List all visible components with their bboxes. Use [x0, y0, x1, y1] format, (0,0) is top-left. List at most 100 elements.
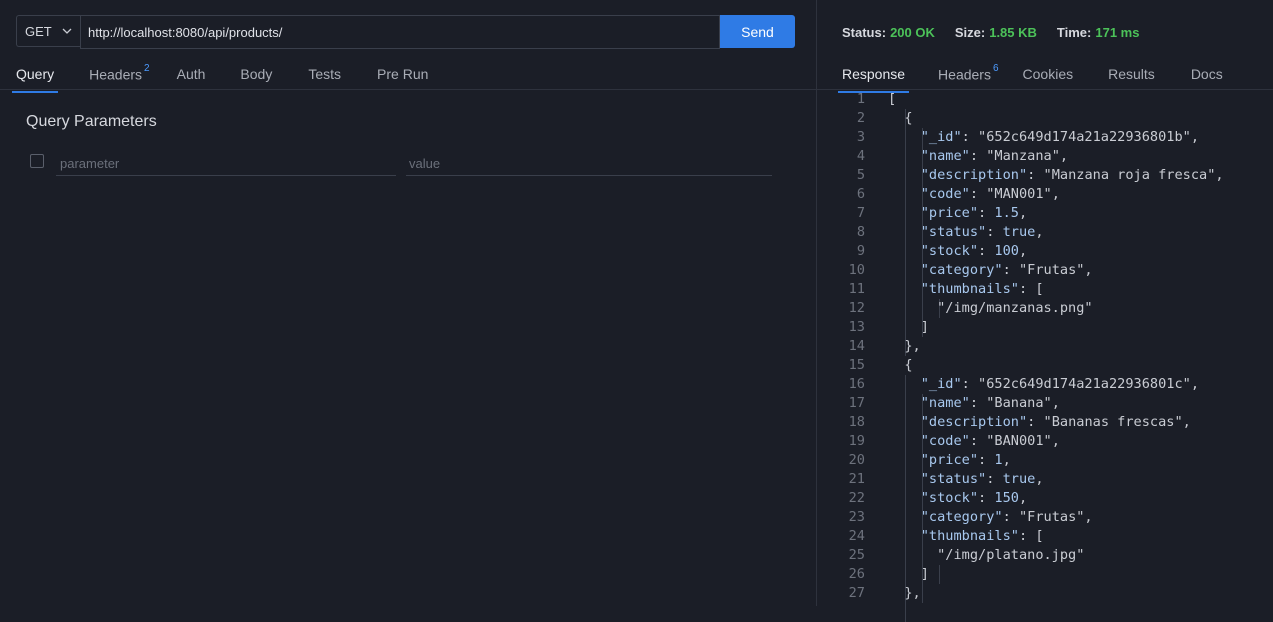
code-line: 2 {: [817, 109, 1273, 128]
line-number: 5: [856, 167, 865, 183]
code-line: 5 "description": "Manzana roja fresca",: [817, 166, 1273, 185]
tab-query[interactable]: Query: [11, 66, 59, 93]
status-indicator: Status: 200 OK: [842, 25, 935, 40]
line-number: 2: [856, 110, 865, 126]
code-line: 17 "name": "Banana",: [817, 394, 1273, 413]
url-value: http://localhost:8080/api/products/: [88, 24, 283, 40]
code-line: 13 ]: [817, 318, 1273, 337]
code-text: "code": "BAN001",: [920, 433, 1060, 449]
line-number: 14: [848, 338, 865, 354]
code-line: 12 "/img/manzanas.png": [817, 299, 1273, 318]
url-input[interactable]: http://localhost:8080/api/products/: [80, 15, 720, 49]
method-select[interactable]: GET: [16, 15, 80, 47]
code-text: {: [888, 110, 913, 126]
code-line: 24 "thumbnails": [: [817, 527, 1273, 546]
line-number: 27: [848, 585, 865, 601]
line-number: 18: [848, 414, 865, 430]
code-text: "name": "Manzana",: [920, 148, 1069, 164]
line-number: 10: [848, 262, 865, 278]
code-text: "_id": "652c649d174a21a22936801c",: [920, 376, 1200, 392]
chevron-down-icon: [62, 28, 72, 34]
line-number: 6: [856, 186, 865, 202]
line-number: 25: [848, 547, 865, 563]
line-number: 8: [856, 224, 865, 240]
tab-response-headers[interactable]: Headers 6: [938, 63, 999, 89]
code-text: "code": "MAN001",: [920, 186, 1060, 202]
code-line: 8 "status": true,: [817, 223, 1273, 242]
param-checkbox[interactable]: [30, 154, 44, 168]
code-text: "_id": "652c649d174a21a22936801b",: [920, 129, 1200, 145]
tab-pre-run[interactable]: Pre Run: [377, 66, 428, 89]
size-indicator: Size: 1.85 KB: [954, 25, 1037, 40]
code-line: 1[: [817, 90, 1273, 109]
line-number: 9: [856, 243, 865, 259]
code-line: 23 "category": "Frutas",: [817, 508, 1273, 527]
line-number: 7: [856, 205, 865, 221]
tab-headers[interactable]: Headers 2: [89, 63, 149, 89]
code-line: 25 "/img/platano.jpg": [817, 546, 1273, 565]
request-panel: GET http://localhost:8080/api/products/ …: [0, 0, 816, 606]
code-text: },: [888, 585, 921, 601]
tab-cookies[interactable]: Cookies: [1023, 66, 1074, 89]
code-line: 9 "stock": 100,: [817, 242, 1273, 261]
code-line: 6 "code": "MAN001",: [817, 185, 1273, 204]
code-line: 20 "price": 1,: [817, 451, 1273, 470]
code-line: 15 {: [817, 356, 1273, 375]
code-text: "description": "Bananas frescas",: [920, 414, 1191, 430]
code-line: 4 "name": "Manzana",: [817, 147, 1273, 166]
line-number: 26: [848, 566, 865, 582]
line-number: 13: [848, 319, 865, 335]
code-line: 7 "price": 1.5,: [817, 204, 1273, 223]
parameter-input[interactable]: parameter: [56, 152, 396, 176]
response-status-bar: Status: 200 OK Size: 1.85 KB Time: 171 ms: [842, 25, 1159, 40]
line-number: 24: [848, 528, 865, 544]
code-text: ]: [888, 319, 929, 335]
response-headers-count-badge: 6: [992, 63, 999, 74]
code-line: 14 },: [817, 337, 1273, 356]
value-input[interactable]: value: [406, 152, 772, 176]
line-number: 22: [848, 490, 865, 506]
response-tabs: Response Headers 6 Cookies Results Docs: [837, 63, 1223, 93]
time-indicator: Time: 171 ms: [1056, 25, 1140, 40]
code-text: "category": "Frutas",: [920, 509, 1093, 525]
code-line: 10 "category": "Frutas",: [817, 261, 1273, 280]
line-number: 3: [856, 129, 865, 145]
response-body[interactable]: 1[2 {3 "_id": "652c649d174a21a22936801b"…: [817, 90, 1273, 622]
tab-docs[interactable]: Docs: [1191, 66, 1223, 89]
line-number: 11: [848, 281, 865, 297]
code-line: 18 "description": "Bananas frescas",: [817, 413, 1273, 432]
tab-tests[interactable]: Tests: [308, 66, 341, 89]
code-text: "thumbnails": [: [920, 528, 1044, 544]
code-text: "stock": 150,: [920, 490, 1028, 506]
code-line: 26 ]: [817, 565, 1273, 584]
line-number: 20: [848, 452, 865, 468]
code-text: "/img/manzanas.png": [888, 300, 1093, 316]
code-text: "thumbnails": [: [920, 281, 1044, 297]
line-number: 12: [848, 300, 865, 316]
query-parameters-title: Query Parameters: [26, 113, 157, 130]
tab-divider: [0, 89, 816, 90]
code-text: "description": "Manzana roja fresca",: [920, 167, 1224, 183]
code-text: "status": true,: [920, 224, 1044, 240]
code-line: 16 "_id": "652c649d174a21a22936801c",: [817, 375, 1273, 394]
tab-auth[interactable]: Auth: [177, 66, 206, 89]
send-button[interactable]: Send: [720, 15, 795, 48]
tab-body[interactable]: Body: [240, 66, 272, 89]
code-text: "/img/platano.jpg": [888, 547, 1085, 563]
code-text: },: [888, 338, 921, 354]
code-text: {: [888, 357, 913, 373]
method-value: GET: [25, 23, 52, 39]
line-number: 4: [856, 148, 865, 164]
tab-results[interactable]: Results: [1108, 66, 1155, 89]
line-number: 15: [848, 357, 865, 373]
code-text: "price": 1.5,: [920, 205, 1028, 221]
code-line: 22 "stock": 150,: [817, 489, 1273, 508]
code-line: 27 },: [817, 584, 1273, 603]
tab-response[interactable]: Response: [837, 66, 910, 93]
code-text: "category": "Frutas",: [920, 262, 1093, 278]
line-number: 19: [848, 433, 865, 449]
line-number: 21: [848, 471, 865, 487]
code-text: [: [888, 91, 897, 107]
line-number: 1: [856, 91, 865, 107]
code-line: 19 "code": "BAN001",: [817, 432, 1273, 451]
